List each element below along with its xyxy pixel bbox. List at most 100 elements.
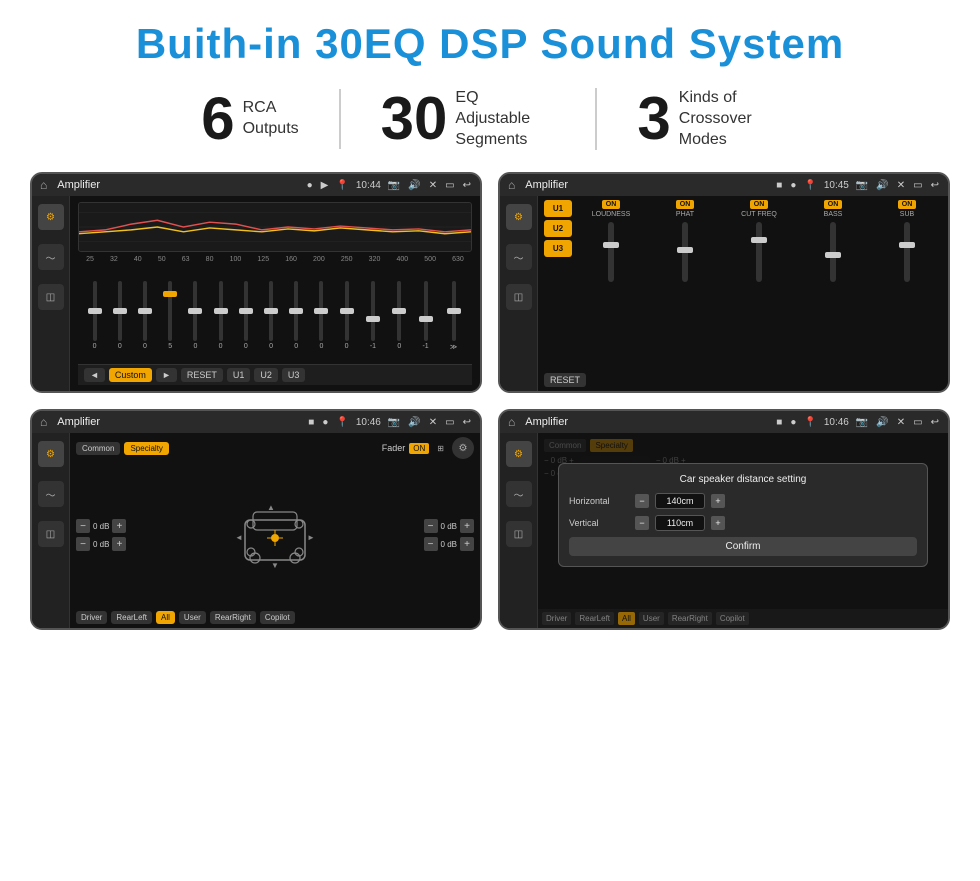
fader-sb-vol[interactable]: ◫ — [38, 521, 64, 547]
cross-main: U1 U2 U3 ON LOUDNESS — [538, 196, 948, 391]
fader-settings-icon[interactable]: ⚙ — [452, 437, 474, 459]
location-icon: 📍 — [336, 180, 348, 191]
stat-rca-text: RCAOutputs — [243, 98, 299, 140]
stats-row: 6 RCAOutputs 30 EQ AdjustableSegments 3 … — [30, 88, 950, 150]
eq-slider-14: ≫ — [450, 281, 457, 351]
cross-sb-wave[interactable]: 〜 — [506, 244, 532, 270]
dialog-vertical-row: Vertical − 110cm + — [569, 515, 917, 531]
cross-bottom: RESET — [544, 373, 942, 387]
eq-prev-btn[interactable]: ◄ — [84, 368, 105, 382]
db-minus-fr[interactable]: − — [424, 519, 438, 533]
eq-sidebar-wave[interactable]: 〜 — [38, 244, 64, 270]
cross-ch-bass: ON BASS — [798, 200, 868, 370]
btn-rearleft[interactable]: RearLeft — [111, 611, 152, 624]
cross-u2-btn[interactable]: U2 — [544, 220, 572, 237]
fader-sb-eq[interactable]: ⚙ — [38, 441, 64, 467]
btn-copilot[interactable]: Copilot — [260, 611, 295, 624]
fader-sidebar: ⚙ 〜 ◫ — [32, 433, 70, 628]
btn-rearright[interactable]: RearRight — [210, 611, 256, 624]
vertical-label: Vertical — [569, 518, 629, 528]
cross-title: Amplifier — [525, 179, 769, 191]
fader-time: 10:46 — [356, 417, 381, 428]
dot-icon: ● — [307, 180, 313, 191]
db-plus-fl[interactable]: + — [112, 519, 126, 533]
vol-icon: 🔊 — [408, 180, 420, 191]
db-control-fl: − 0 dB + — [76, 519, 126, 533]
crossover-screen-card: ⌂ Amplifier ■ ● 📍 10:45 📷 🔊 ✕ ▭ ↩ ⚙ 〜 ◫ — [498, 172, 950, 393]
fader-specialty-btn[interactable]: Specialty — [124, 442, 168, 455]
cross-top: U1 U2 U3 ON LOUDNESS — [544, 200, 942, 370]
phat-label: PHAT — [676, 211, 694, 218]
horizontal-plus-btn[interactable]: + — [711, 494, 725, 508]
cross-presets: U1 U2 U3 — [544, 200, 572, 370]
eq-slider-6: 0 — [244, 281, 248, 350]
cutfreq-slider[interactable] — [756, 222, 762, 282]
eq-slider-7: 0 — [269, 281, 273, 350]
vertical-plus-btn[interactable]: + — [711, 516, 725, 530]
fader-sb-wave[interactable]: 〜 — [38, 481, 64, 507]
eq-slider-11: -1 — [370, 281, 376, 350]
db-control-rr: − 0 dB + — [424, 537, 474, 551]
cross-status-bar: ⌂ Amplifier ■ ● 📍 10:45 📷 🔊 ✕ ▭ ↩ — [500, 174, 948, 196]
eq-sidebar: ⚙ 〜 ◫ — [32, 196, 70, 391]
fader-main: Common Specialty Fader ON ⊞ ⚙ − 0 dB — [70, 433, 480, 628]
sub-slider[interactable] — [904, 222, 910, 282]
eq-play-btn[interactable]: ► — [156, 368, 177, 382]
back-icon: ↩ — [463, 180, 471, 191]
eq-u1-btn[interactable]: U1 — [227, 368, 251, 382]
db-minus-fl[interactable]: − — [76, 519, 90, 533]
eq-slider-4: 0 — [193, 281, 197, 350]
sub-label: SUB — [900, 211, 914, 218]
home-icon: ⌂ — [40, 178, 47, 192]
db-minus-rr[interactable]: − — [424, 537, 438, 551]
cross-ch-loudness: ON LOUDNESS — [576, 200, 646, 370]
horizontal-minus-btn[interactable]: − — [635, 494, 649, 508]
vertical-minus-btn[interactable]: − — [635, 516, 649, 530]
cutfreq-on: ON — [750, 200, 769, 209]
eq-reset-btn[interactable]: RESET — [181, 368, 223, 382]
dialog-sb-wave[interactable]: 〜 — [506, 481, 532, 507]
dialog-sb-vol[interactable]: ◫ — [506, 521, 532, 547]
phat-slider[interactable] — [682, 222, 688, 282]
fader-common-btn[interactable]: Common — [76, 442, 120, 455]
eq-slider-8: 0 — [294, 281, 298, 350]
rect-icon: ▭ — [445, 180, 454, 191]
car-diagram: ▲ ▼ ◄ ► — [134, 500, 415, 570]
stat-eq-number: 30 — [381, 89, 448, 149]
eq-slider-3: 5 — [168, 281, 172, 350]
cross-u1-btn[interactable]: U1 — [544, 200, 572, 217]
cross-sliders: ON LOUDNESS ON PHAT — [576, 200, 942, 370]
db-plus-rr[interactable]: + — [460, 537, 474, 551]
cross-sb-eq[interactable]: ⚙ — [506, 204, 532, 230]
play-icon: ▶ — [321, 180, 329, 191]
eq-u3-btn[interactable]: U3 — [282, 368, 306, 382]
bass-slider[interactable] — [830, 222, 836, 282]
eq-custom-btn[interactable]: Custom — [109, 368, 152, 382]
eq-title: Amplifier — [57, 179, 299, 191]
btn-user[interactable]: User — [179, 611, 206, 624]
confirm-button[interactable]: Confirm — [569, 537, 917, 556]
vertical-value: 110cm — [655, 515, 705, 531]
fader-bottom-btns: Driver RearLeft All User RearRight Copil… — [76, 611, 474, 624]
svg-text:►: ► — [307, 533, 315, 542]
cross-sb-vol[interactable]: ◫ — [506, 284, 532, 310]
stat-crossover-text: Kinds ofCrossover Modes — [679, 88, 779, 150]
eq-sidebar-eq[interactable]: ⚙ — [38, 204, 64, 230]
fader-right-controls: − 0 dB + − 0 dB + — [424, 519, 474, 551]
db-plus-fr[interactable]: + — [460, 519, 474, 533]
btn-driver[interactable]: Driver — [76, 611, 107, 624]
eq-sidebar-vol[interactable]: ◫ — [38, 284, 64, 310]
bass-on: ON — [824, 200, 843, 209]
eq-slider-1: 0 — [118, 281, 122, 350]
dialog-sb-eq[interactable]: ⚙ — [506, 441, 532, 467]
db-minus-rl[interactable]: − — [76, 537, 90, 551]
db-plus-rl[interactable]: + — [112, 537, 126, 551]
cross-reset-btn[interactable]: RESET — [544, 373, 586, 387]
cross-u3-btn[interactable]: U3 — [544, 240, 572, 257]
eq-u2-btn[interactable]: U2 — [254, 368, 278, 382]
btn-all[interactable]: All — [156, 611, 175, 624]
loudness-slider[interactable] — [608, 222, 614, 282]
eq-amp-content: ⚙ 〜 ◫ — [32, 196, 480, 391]
dialog-time: 10:46 — [824, 417, 849, 428]
eq-screen-card: ⌂ Amplifier ● ▶ 📍 10:44 📷 🔊 ✕ ▭ ↩ ⚙ 〜 ◫ — [30, 172, 482, 393]
